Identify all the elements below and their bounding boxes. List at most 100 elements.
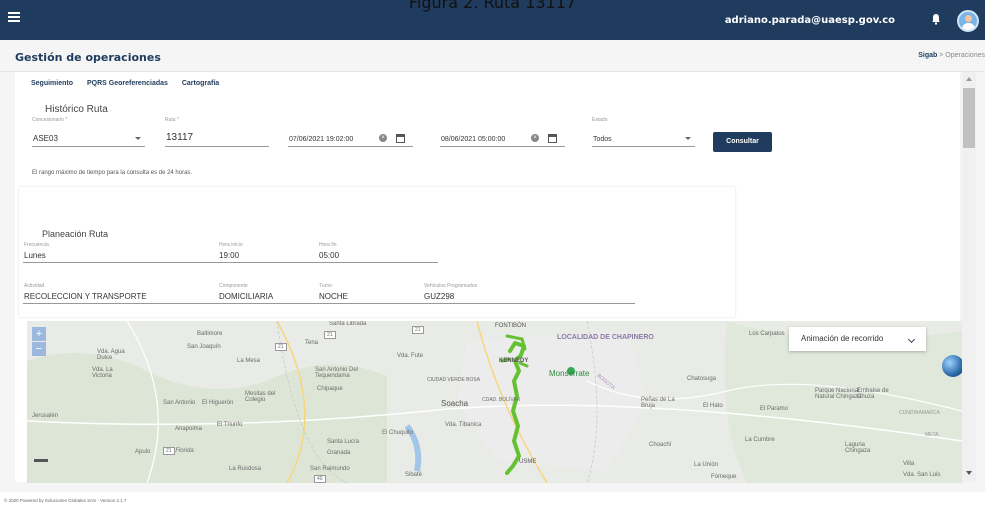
map-label-la-mesa: La Mesa: [237, 358, 261, 364]
tab-bar: Seguimiento PQRS Georeferenciadas Cartog…: [31, 80, 231, 87]
map-label-anapoima: Anapoima: [175, 426, 203, 432]
fecha-inicio-picker[interactable]: 07/06/2021 19:02:00 ×: [288, 130, 413, 147]
map-label-penas-bruja: Peñas de La Bruja: [641, 397, 675, 409]
concesionario-label: Concesionario *: [32, 117, 68, 123]
map-label-san-joaquin: San Joaquín: [187, 344, 221, 350]
calendar-icon[interactable]: [548, 134, 557, 143]
tab-seguimiento[interactable]: Seguimiento: [31, 80, 73, 87]
tab-cartografia[interactable]: Cartografía: [182, 80, 219, 87]
road-sign-21: 21: [275, 343, 287, 351]
map-label-la-union: La Unión: [694, 462, 719, 468]
map-label-san-raimundo: San Raimundo: [310, 466, 350, 472]
concesionario-select[interactable]: Concesionario * ASE03: [32, 117, 145, 147]
actividad-value: RECOLECCION Y TRANSPORTE: [24, 292, 147, 301]
historico-ruta-title: Histórico Ruta: [45, 104, 108, 115]
map-scale-bar: [34, 459, 48, 462]
map-label-santa-lucia: Santa Lucía: [327, 439, 360, 445]
fecha-fin-picker[interactable]: 08/06/2021 05:00:00 ×: [440, 130, 565, 147]
zoom-in-button[interactable]: +: [32, 327, 46, 341]
map-label-vda-tibanica: Vda. Tibanica: [445, 422, 482, 428]
range-note: El rango máximo de tiempo para la consul…: [32, 170, 193, 176]
animacion-label: Animación de recorrido: [801, 334, 884, 343]
map-label-santa-librada: Santa Librada: [329, 321, 367, 327]
map-label-embalse: Embalse de Chuza: [857, 388, 889, 400]
zoom-out-button[interactable]: −: [32, 342, 46, 356]
map-label-la-rusdosa: La Rusdosa: [229, 466, 262, 472]
zoom-controls: + −: [32, 327, 46, 357]
tab-pqrs-georeferenciadas[interactable]: PQRS Georeferenciadas: [87, 80, 168, 87]
consultar-button[interactable]: Consultar: [713, 132, 772, 152]
vertical-scrollbar[interactable]: [962, 72, 976, 482]
scroll-down-icon[interactable]: [966, 471, 972, 475]
road-sign-40: 40: [314, 475, 326, 483]
map-label-cundinamarca: CUNDINAMARCA: [899, 410, 940, 416]
clear-icon[interactable]: ×: [379, 134, 387, 142]
ruta-input[interactable]: Ruta * 13117: [165, 117, 269, 147]
scrollbar-thumb[interactable]: [963, 88, 975, 148]
user-email[interactable]: adriano.parada@uaesp.gov.co: [725, 15, 895, 26]
planeacion-row2-underline: [23, 303, 635, 304]
map-label-san-antonio: San Antonio: [163, 400, 196, 406]
footer: © 2020 Powered by Soluciones Globales SA…: [0, 492, 985, 512]
hamburger-menu-icon[interactable]: [8, 12, 20, 22]
vehiculos-value: GUZ298: [424, 292, 455, 301]
estado-value: Todos: [593, 136, 612, 143]
map-label-chatosuga: Chatosuga: [687, 376, 717, 382]
avatar[interactable]: [957, 10, 979, 32]
actividad-label: Actividad: [24, 283, 45, 289]
breadcrumb: Sigab > Operaciones: [918, 52, 985, 59]
vehiculos-label: Vehículos Programados: [424, 283, 478, 289]
route-map[interactable]: + − FONTIBÓN LOCALIDAD DE CHAPINERO KENN…: [27, 321, 962, 483]
clear-icon[interactable]: ×: [531, 134, 539, 142]
map-label-vda-victoria: Vda. La Victoria: [92, 367, 113, 379]
map-label-laguna-chingaza: Laguna Chingaza: [845, 442, 871, 454]
map-label-mesitas: Mesitas del Colegio: [245, 391, 276, 403]
planeacion-ruta-panel: Planeación Ruta Frecuencia Lunes Hora in…: [19, 187, 735, 317]
scroll-up-icon[interactable]: [966, 77, 972, 81]
map-label-el-chuquito: El Chuquito: [382, 430, 414, 436]
map-label-kennedy: KENNEDY: [499, 358, 529, 364]
map-label-choachi: Choachí: [649, 442, 672, 448]
bell-icon[interactable]: [931, 13, 941, 25]
breadcrumb-separator: >: [939, 52, 944, 59]
map-label-usme: USME: [519, 459, 537, 465]
map-label-tena: Tena: [305, 340, 319, 346]
hora-inicio-label: Hora inicio: [219, 242, 243, 248]
map-label-villa: Villa: [903, 461, 915, 467]
globe-icon[interactable]: [942, 355, 962, 377]
ruta-value: 13117: [166, 132, 194, 143]
ruta-label: Ruta *: [165, 117, 179, 123]
page-header: Gestión de operaciones Sigab > Operacion…: [0, 40, 985, 72]
map-label-san-antonio-tequendama: San Antonio Del Tequendama: [315, 367, 359, 379]
fecha-fin-value: 08/06/2021 05:00:00: [441, 136, 506, 143]
map-label-la-cumbre: La Cumbre: [745, 437, 775, 443]
map-label-los-carpatos: Los Carpatos: [749, 331, 785, 337]
animacion-recorrido-dropdown[interactable]: Animación de recorrido: [789, 327, 926, 351]
map-label-meta: META: [925, 432, 939, 438]
map-label-monserrate: Monserrate: [549, 369, 590, 378]
map-label-fontibon: FONTIBÓN: [495, 323, 526, 329]
figure-caption: Figura 2. Ruta 13117: [408, 0, 577, 12]
componente-label: Componente: [219, 283, 248, 289]
chevron-down-icon: [907, 335, 916, 344]
road-sign-21: 21: [163, 447, 175, 455]
calendar-icon[interactable]: [396, 134, 405, 143]
planeacion-row1-underline: [23, 262, 438, 263]
estado-select[interactable]: Estado Todos: [592, 117, 695, 147]
hora-inicio-value: 19:00: [219, 251, 240, 260]
planeacion-ruta-title: Planeación Ruta: [42, 229, 109, 239]
breadcrumb-home[interactable]: Sigab: [918, 52, 937, 59]
map-label-apulo: Apulo: [135, 449, 151, 455]
map-label-fomeque: Fómeque: [711, 474, 737, 480]
map-label-soacha: Soacha: [441, 399, 469, 408]
map-label-chipaque: Chipaque: [317, 386, 343, 392]
page-title: Gestión de operaciones: [15, 51, 161, 64]
map-label-baltimore: Baltimore: [197, 331, 223, 337]
breadcrumb-current: Operaciones: [945, 52, 985, 59]
turno-value: NOCHE: [319, 292, 348, 301]
road-sign-21: 21: [324, 331, 336, 339]
map-label-bosa: CIUDAD VERDE BOSA: [427, 377, 481, 383]
hora-fin-value: 05:00: [319, 251, 340, 260]
map-label-el-paramo: El Paramo: [760, 406, 789, 412]
map-label-cdad-bolivar: CDAD. BOLÍVAR: [482, 397, 521, 403]
